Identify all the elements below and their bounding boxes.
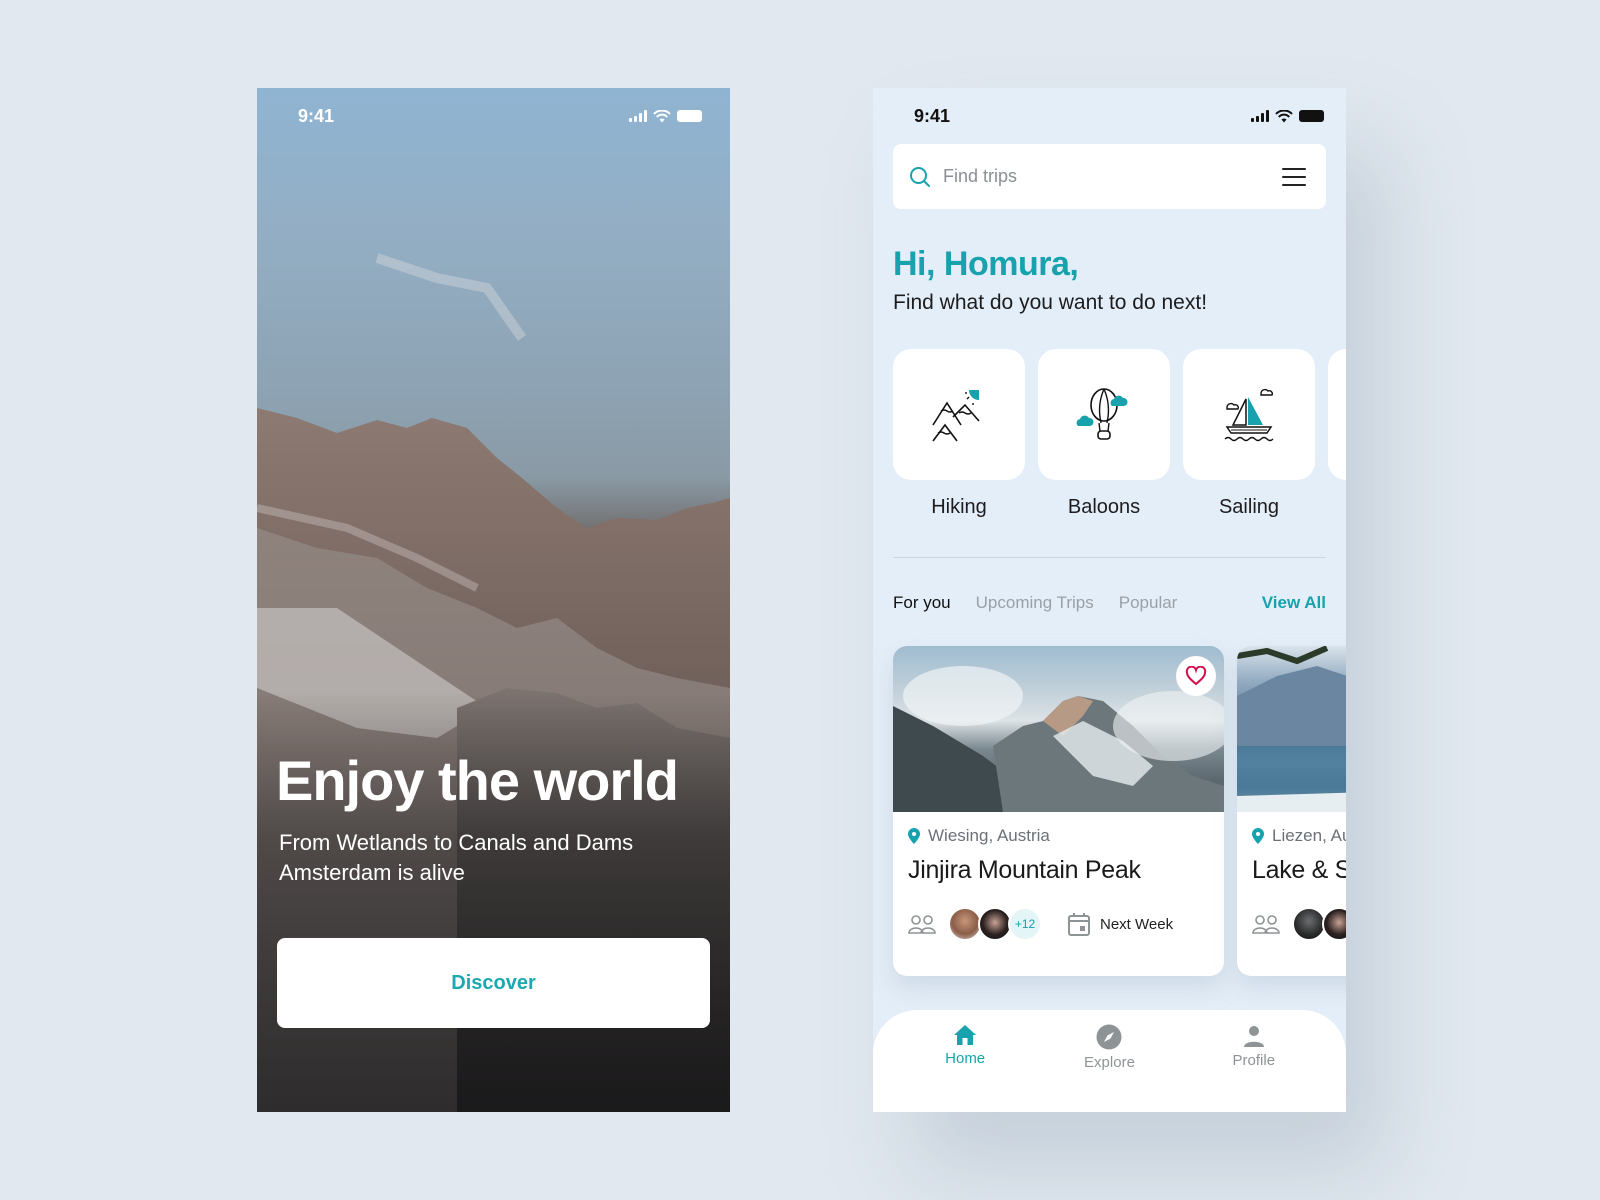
category-balloons[interactable]: Baloons bbox=[1038, 349, 1170, 519]
people-icon bbox=[1252, 915, 1280, 934]
status-bar: 9:41 bbox=[257, 88, 730, 144]
trip-card[interactable]: Liezen, Austria Lake & S bbox=[1237, 646, 1346, 976]
search-icon bbox=[910, 166, 930, 187]
status-time: 9:41 bbox=[914, 105, 951, 126]
hero-title: Enjoy the world bbox=[276, 749, 679, 812]
mountains-icon bbox=[932, 389, 980, 441]
trip-date: Next Week bbox=[1068, 912, 1173, 936]
onboarding-screen: 9:41 Enjoy the world From Wetlands to Ca… bbox=[257, 88, 730, 1112]
heart-icon bbox=[1185, 666, 1207, 686]
more-participants-badge: +12 bbox=[1008, 907, 1042, 941]
status-bar: 9:41 bbox=[873, 88, 1346, 144]
trip-image bbox=[893, 646, 1224, 812]
hero-subtitle: From Wetlands to Canals and Dams Amsterd… bbox=[279, 830, 634, 885]
trip-card-list: Wiesing, Austria Jinjira Mountain Peak +… bbox=[893, 646, 1346, 976]
participant-avatars bbox=[1292, 907, 1346, 941]
home-icon bbox=[954, 1025, 977, 1045]
search-bar bbox=[893, 144, 1326, 209]
calendar-icon bbox=[1068, 913, 1090, 936]
trip-card[interactable]: Wiesing, Austria Jinjira Mountain Peak +… bbox=[893, 646, 1224, 976]
nav-home[interactable]: Home bbox=[915, 1024, 1015, 1112]
category-more[interactable] bbox=[1328, 349, 1346, 519]
bottom-navigation: Home Explore Profile bbox=[873, 1010, 1346, 1112]
avatar bbox=[1292, 907, 1326, 941]
trip-location: Wiesing, Austria bbox=[908, 826, 1209, 846]
category-hiking[interactable]: Hiking bbox=[893, 349, 1025, 519]
status-time: 9:41 bbox=[298, 105, 335, 126]
user-icon bbox=[1243, 1026, 1264, 1047]
hot-air-balloon-icon bbox=[1076, 387, 1128, 440]
trip-title: Jinjira Mountain Peak bbox=[908, 856, 1141, 884]
signal-icon bbox=[629, 110, 647, 122]
location-pin-icon bbox=[908, 828, 920, 844]
favorite-button[interactable] bbox=[1176, 656, 1216, 696]
avatar bbox=[948, 907, 982, 941]
signal-icon bbox=[1251, 110, 1269, 122]
greeting-prompt: Find what do you want to do next! bbox=[893, 291, 1208, 314]
nav-explore[interactable]: Explore bbox=[1059, 1024, 1159, 1112]
battery-icon bbox=[677, 110, 702, 122]
category-sailing[interactable]: Sailing bbox=[1183, 349, 1315, 519]
trip-image bbox=[1237, 646, 1346, 812]
tab-for-you[interactable]: For you bbox=[893, 593, 951, 613]
participant-avatars: +12 bbox=[948, 907, 1042, 941]
wifi-icon bbox=[653, 109, 671, 122]
avatar bbox=[1322, 907, 1346, 941]
location-pin-icon bbox=[1252, 828, 1264, 844]
tab-popular[interactable]: Popular bbox=[1119, 593, 1178, 613]
battery-icon bbox=[1299, 110, 1324, 122]
view-all-link[interactable]: View All bbox=[1262, 593, 1326, 613]
trip-tabs: For you Upcoming Trips Popular View All bbox=[893, 593, 1326, 613]
nav-profile[interactable]: Profile bbox=[1204, 1024, 1304, 1112]
people-icon bbox=[908, 915, 936, 934]
hamburger-icon bbox=[1282, 167, 1306, 170]
category-list: Hiking Baloons Sailing bbox=[893, 349, 1346, 519]
sailboat-icon bbox=[1224, 388, 1274, 441]
greeting: Hi, Homura, bbox=[893, 245, 1079, 283]
divider bbox=[893, 557, 1326, 558]
home-screen: 9:41 Hi, Homura, Find what do you want t… bbox=[873, 88, 1346, 1112]
wifi-icon bbox=[1275, 109, 1293, 122]
discover-button[interactable]: Discover bbox=[277, 938, 710, 1028]
compass-icon bbox=[1096, 1024, 1122, 1050]
search-input[interactable] bbox=[943, 166, 1282, 187]
tab-upcoming-trips[interactable]: Upcoming Trips bbox=[976, 593, 1094, 613]
avatar bbox=[978, 907, 1012, 941]
trip-title: Lake & S bbox=[1252, 856, 1346, 884]
menu-button[interactable] bbox=[1282, 167, 1306, 186]
trip-location: Liezen, Austria bbox=[1252, 826, 1346, 846]
